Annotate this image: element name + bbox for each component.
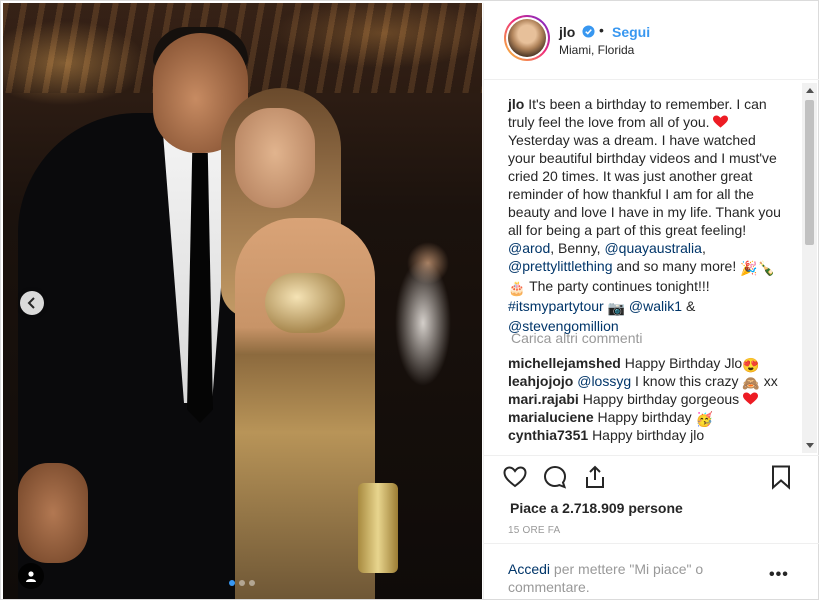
post-caption: jlo It's been a birthday to remember. I … [508, 95, 783, 335]
login-link[interactable]: Accedi [508, 561, 550, 577]
comment-item: marialuciene Happy birthday 🥳 [508, 408, 788, 428]
comment-text: Happy Birthday Jlo [624, 355, 743, 371]
comment-item: leahjojojo @lossyg I know this crazy 🙈 x… [508, 372, 788, 392]
comment-username[interactable]: cynthia7351 [508, 427, 588, 443]
carousel-indicator [229, 580, 255, 586]
scroll-up-button[interactable] [802, 83, 817, 98]
comment-username[interactable]: leahjojojo [508, 373, 573, 389]
load-more-comments-button[interactable]: Carica altri commenti [511, 330, 642, 346]
post-timestamp[interactable]: 15 ORE FA [508, 525, 560, 536]
comment-username[interactable]: michellejamshed [508, 355, 621, 371]
photo-clutch [358, 483, 398, 573]
share-icon[interactable] [582, 464, 608, 490]
hashtag-itsmypartytour[interactable]: #itsmypartytour [508, 298, 604, 314]
caption-text-2: Yesterday was a dream. I have watched yo… [508, 132, 781, 238]
carousel-dot [249, 580, 255, 586]
photo-woman-face [235, 108, 315, 208]
mention-quayaustralia[interactable]: @quayaustralia [604, 240, 702, 256]
avatar-image [508, 19, 546, 57]
caption-text-party: The party continues tonight!!! [529, 278, 710, 294]
comment-text: Happy birthday [597, 409, 692, 425]
tagged-users-button[interactable] [18, 563, 44, 589]
post-actions-bar [484, 455, 819, 495]
scrollbar-thumb[interactable] [805, 100, 814, 245]
likes-count[interactable]: Piace a 2.718.909 persone [510, 500, 683, 516]
heart-icon[interactable] [502, 464, 528, 490]
comment-icon[interactable] [542, 464, 568, 490]
chevron-left-icon [27, 297, 35, 309]
bookmark-icon[interactable] [768, 464, 794, 490]
user-tag-icon [26, 571, 36, 582]
caption-text-more: and so many more! [616, 258, 737, 274]
comment-item: mari.rajabi Happy birthday gorgeous [508, 390, 788, 408]
party-popper-emoji-icon: 🎉 [740, 260, 758, 276]
champagne-emoji-icon: 🍾 [757, 260, 775, 276]
mention-walik1[interactable]: @walik1 [629, 298, 682, 314]
comment-username[interactable]: marialuciene [508, 409, 594, 425]
verified-icon [582, 25, 595, 38]
avatar[interactable] [504, 15, 550, 61]
login-prompt: Accedi per mettere "Mi piace" o commenta… [508, 560, 738, 596]
caption-username[interactable]: jlo [508, 96, 524, 112]
scroll-down-button[interactable] [802, 438, 817, 453]
caption-ampersand: & [685, 298, 696, 314]
comments-scrollbar[interactable] [802, 83, 817, 453]
previous-slide-button[interactable] [20, 291, 44, 315]
comment-text: Happy birthday jlo [592, 427, 705, 443]
post-location[interactable]: Miami, Florida [559, 43, 634, 57]
comment-text: Happy birthday gorgeous [582, 391, 740, 407]
photo-man-hand [18, 463, 88, 563]
more-options-button[interactable]: ••• [769, 566, 789, 584]
caption-text-benny: , Benny, [550, 240, 601, 256]
post-photo[interactable] [3, 3, 482, 599]
comment-item: cynthia7351 Happy birthday jlo [508, 426, 788, 444]
author-username[interactable]: jlo [559, 24, 575, 40]
mention-prettylittlething[interactable]: @prettylittlething [508, 258, 612, 274]
add-comment-section: Accedi per mettere "Mi piace" o commenta… [484, 543, 819, 599]
carousel-dot [239, 580, 245, 586]
post-header: jlo • Segui Miami, Florida [484, 3, 819, 80]
comments-list[interactable]: jlo It's been a birthday to remember. I … [484, 81, 819, 453]
cake-emoji-icon: 🎂 [508, 280, 526, 296]
comment-mention[interactable]: @lossyg [577, 373, 631, 389]
red-heart-emoji-icon [743, 392, 759, 405]
comment-username[interactable]: mari.rajabi [508, 391, 579, 407]
header-separator: • [599, 22, 604, 38]
comment-item: michellejamshed Happy Birthday Jlo😍 [508, 354, 788, 374]
red-heart-emoji-icon [713, 115, 729, 128]
caret-up-icon [805, 88, 814, 93]
carousel-dot-active [229, 580, 235, 586]
caret-down-icon [805, 443, 814, 448]
camera-emoji-icon: 📷 [607, 300, 626, 316]
follow-button[interactable]: Segui [612, 24, 650, 40]
post-frame: jlo • Segui Miami, Florida jlo It's been… [0, 0, 819, 600]
mention-arod[interactable]: @arod [508, 240, 550, 256]
caption-comma: , [701, 240, 706, 256]
photo-dress-detail [265, 273, 345, 333]
comment-text: I know this crazy [635, 373, 739, 389]
post-side-panel: jlo • Segui Miami, Florida jlo It's been… [483, 3, 819, 599]
comment-suffix: xx [763, 373, 778, 389]
